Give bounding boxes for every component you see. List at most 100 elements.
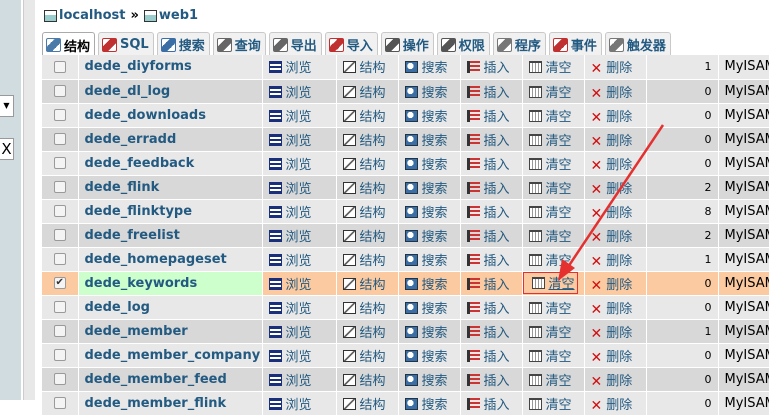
structure-link[interactable]: 结构 [360,110,386,125]
insert-link[interactable]: 插入 [484,230,510,245]
table-row[interactable]: dede_member_flink 浏览结构搜索插入清空✕删除0MyISAM [42,391,770,416]
row-checkbox[interactable] [53,325,66,337]
table-row[interactable]: dede_homepageset浏览结构搜索插入清空✕删除1MyISAM [42,247,770,272]
browse-link[interactable]: 浏览 [286,350,312,365]
drop-link[interactable]: 删除 [606,326,632,341]
table-row[interactable]: ✔dede_keywords浏览结构搜索插入清空✕删除0MyISAM [42,271,770,296]
drop-link[interactable]: 删除 [606,230,632,245]
table-row[interactable]: dede_dl_log浏览结构搜索插入清空✕删除0MyISAM [42,79,770,104]
structure-link[interactable]: 结构 [360,61,386,76]
table-name-link[interactable]: dede_erradd [85,132,177,147]
structure-link[interactable]: 结构 [360,350,386,365]
structure-link[interactable]: 结构 [360,326,386,341]
structure-link[interactable]: 结构 [360,182,386,197]
row-checkbox[interactable] [53,301,66,313]
empty-link[interactable]: 清空 [546,182,572,197]
browse-link[interactable]: 浏览 [286,278,312,293]
tab-import[interactable]: 导入 [324,32,378,56]
tab-routines[interactable]: 程序 [492,32,546,56]
insert-link[interactable]: 插入 [484,158,510,173]
table-row[interactable]: dede_flink浏览结构搜索插入清空✕删除2MyISAM [42,175,770,200]
insert-link[interactable]: 插入 [484,278,510,293]
empty-link[interactable]: 清空 [546,134,572,149]
drop-link[interactable]: 删除 [606,158,632,173]
browse-link[interactable]: 浏览 [286,326,312,341]
browse-link[interactable]: 浏览 [286,374,312,389]
search-link[interactable]: 搜索 [422,134,448,149]
insert-link[interactable]: 插入 [484,110,510,125]
drop-link[interactable]: 删除 [606,254,632,269]
empty-link[interactable]: 清空 [546,230,572,245]
browse-link[interactable]: 浏览 [286,182,312,197]
table-name-link[interactable]: dede_member_feed [85,372,227,387]
table-name-link[interactable]: dede_flinktype [85,204,193,219]
structure-link[interactable]: 结构 [360,374,386,389]
structure-link[interactable]: 结构 [360,86,386,101]
empty-link[interactable]: 清空 [549,277,575,292]
tab-query[interactable]: 查询 [212,32,266,56]
browse-link[interactable]: 浏览 [286,254,312,269]
table-row[interactable]: dede_freelist浏览结构搜索插入清空✕删除2MyISAM [42,223,770,248]
empty-link[interactable]: 清空 [546,86,572,101]
table-row[interactable]: dede_diyforms浏览结构搜索插入清空✕删除1MyISAM [42,55,770,80]
search-link[interactable]: 搜索 [422,278,448,293]
table-row[interactable]: dede_erradd浏览结构搜索插入清空✕删除0MyISAM [42,127,770,152]
table-row[interactable]: dede_member浏览结构搜索插入清空✕删除1MyISAM [42,319,770,344]
empty-link[interactable]: 清空 [546,61,572,76]
row-checkbox[interactable] [53,349,66,361]
table-row[interactable]: dede_log浏览结构搜索插入清空✕删除0MyISAM [42,295,770,320]
drop-link[interactable]: 删除 [606,134,632,149]
browse-link[interactable]: 浏览 [286,110,312,125]
table-row[interactable]: dede_flinktype浏览结构搜索插入清空✕删除8MyISAM [42,199,770,224]
tab-triggers[interactable]: 触发器 [604,32,671,56]
table-name-link[interactable]: dede_member_flink [85,396,227,411]
table-row[interactable]: dede_downloads浏览结构搜索插入清空✕删除0MyISAM [42,103,770,128]
search-link[interactable]: 搜索 [422,182,448,197]
empty-link[interactable]: 清空 [546,158,572,173]
sidebar-dropdown[interactable]: ▼ [0,95,14,117]
tab-events[interactable]: 事件 [548,32,602,56]
structure-link[interactable]: 结构 [360,302,386,317]
drop-link[interactable]: 删除 [606,61,632,76]
drop-link[interactable]: 删除 [606,110,632,125]
drop-link[interactable]: 删除 [606,374,632,389]
tab-sql[interactable]: SQL [98,32,154,56]
scrollbar-thumb[interactable] [23,0,35,400]
table-name-link[interactable]: dede_dl_log [85,84,171,99]
sidebar-close-button[interactable]: X [0,138,14,160]
empty-link[interactable]: 清空 [546,254,572,269]
row-checkbox[interactable] [53,133,66,145]
row-checkbox[interactable] [53,181,66,193]
drop-link[interactable]: 删除 [606,182,632,197]
table-name-link[interactable]: dede_member_company [85,348,261,363]
table-name-link[interactable]: dede_downloads [85,108,206,123]
search-link[interactable]: 搜索 [422,254,448,269]
search-link[interactable]: 搜索 [422,110,448,125]
browse-link[interactable]: 浏览 [286,86,312,101]
browse-link[interactable]: 浏览 [286,134,312,149]
tab-search[interactable]: 搜索 [156,32,210,56]
structure-link[interactable]: 结构 [360,134,386,149]
breadcrumb-server[interactable]: localhost [59,8,125,23]
insert-link[interactable]: 插入 [484,326,510,341]
insert-link[interactable]: 插入 [484,302,510,317]
insert-link[interactable]: 插入 [484,182,510,197]
search-link[interactable]: 搜索 [422,302,448,317]
insert-link[interactable]: 插入 [484,206,510,221]
left-scrollbar[interactable] [21,0,38,400]
breadcrumb-database[interactable]: web1 [159,8,198,23]
search-link[interactable]: 搜索 [422,374,448,389]
row-checkbox[interactable] [53,229,66,241]
table-name-link[interactable]: dede_member [85,324,188,339]
structure-link[interactable]: 结构 [360,278,386,293]
row-checkbox[interactable] [53,397,66,409]
structure-link[interactable]: 结构 [360,230,386,245]
table-name-link[interactable]: dede_feedback [85,156,195,171]
insert-link[interactable]: 插入 [484,350,510,365]
row-checkbox[interactable] [53,205,66,217]
insert-link[interactable]: 插入 [484,86,510,101]
table-name-link[interactable]: dede_keywords [85,276,198,291]
search-link[interactable]: 搜索 [422,86,448,101]
search-link[interactable]: 搜索 [422,350,448,365]
tab-privileges[interactable]: 权限 [436,32,490,56]
